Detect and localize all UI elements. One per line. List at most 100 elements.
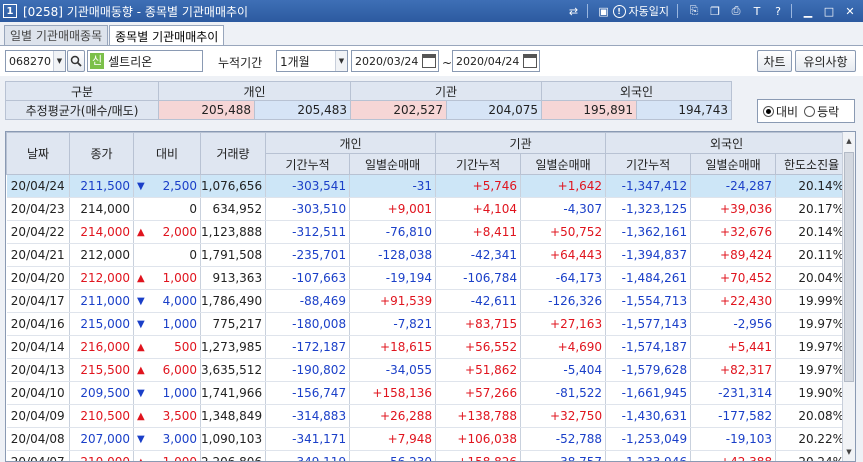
auto-log-button[interactable]: ! 자동일지	[612, 3, 669, 19]
table-row[interactable]: 20/04/09 210,500 ▲ 3,500 1,348,849 -314,883 +2…	[6, 404, 849, 428]
record-icon: !	[612, 4, 626, 18]
cell-foreign-cum: -1,323,125	[605, 197, 692, 221]
memo-icon[interactable]: ▣	[595, 3, 613, 19]
cell-date: 20/04/14	[6, 335, 70, 359]
cell-volume: 1,123,888	[200, 220, 267, 244]
close-icon[interactable]: ✕	[841, 3, 859, 19]
stock-name-field[interactable]: 신 셀트리온	[87, 50, 203, 72]
screen-save-icon[interactable]: ⎘	[685, 3, 703, 19]
table-row[interactable]: 20/04/23 214,000 0 634,952 -303,510 +9,001 +4,…	[6, 197, 849, 221]
summary-foreign-sell: 194,743	[636, 100, 732, 120]
copy-window-icon[interactable]: ❐	[706, 3, 724, 19]
radio-change-label[interactable]: 대비	[776, 103, 798, 120]
link-icon[interactable]: ⇄	[565, 3, 583, 19]
print-icon[interactable]: ⎙	[727, 3, 745, 19]
chevron-down-icon[interactable]: ▼	[335, 51, 347, 71]
table-row[interactable]: 20/04/13 215,500 ▲ 6,000 3,635,512 -190,802 -3…	[6, 358, 849, 382]
header-change[interactable]: 대비	[133, 132, 201, 175]
table-row[interactable]: 20/04/14 216,000 ▲ 500 1,273,985 -172,187 +18,…	[6, 335, 849, 359]
cell-volume: 1,273,985	[200, 335, 267, 359]
calendar-icon[interactable]	[422, 54, 436, 68]
cell-limit-rate: 20.08%	[775, 404, 849, 428]
chart-button[interactable]: 차트	[757, 50, 792, 72]
cell-foreign-cum: -1,362,161	[605, 220, 692, 244]
vertical-scrollbar[interactable]: ▲ ▼	[842, 132, 855, 461]
header-individual-daily[interactable]: 일별순매매	[349, 153, 437, 175]
cell-foreign-daily: -231,314	[690, 381, 777, 405]
cell-institution-daily: -38,757	[520, 450, 607, 461]
cell-foreign-daily: -177,582	[690, 404, 777, 428]
table-row[interactable]: 20/04/22 214,000 ▲ 2,000 1,123,888 -312,511 -7…	[6, 220, 849, 244]
cell-change: ▲ 500	[133, 335, 201, 359]
cell-institution-cum: +5,746	[435, 174, 522, 198]
header-date[interactable]: 날짜	[6, 132, 70, 175]
cell-individual-daily: +158,136	[349, 381, 437, 405]
cell-close: 212,000	[69, 266, 134, 290]
cell-individual-cum: -235,701	[265, 243, 351, 267]
cell-close: 214,000	[69, 220, 134, 244]
date-to-field[interactable]: 2020/04/24	[452, 50, 540, 72]
cell-institution-cum: -42,341	[435, 243, 522, 267]
cell-institution-cum: +158,826	[435, 450, 522, 461]
header-limit-rate[interactable]: 한도소진율	[775, 153, 849, 175]
cell-volume: 634,952	[200, 197, 267, 221]
scroll-up-icon[interactable]: ▲	[843, 134, 855, 148]
calendar-icon[interactable]	[523, 54, 537, 68]
cell-change-value: 3,000	[162, 432, 197, 446]
table-row[interactable]: 20/04/17 211,000 ▼ 4,000 1,786,490 -88,469 +91…	[6, 289, 849, 313]
period-select[interactable]: 1개월 ▼	[276, 50, 348, 72]
cell-individual-daily: -34,055	[349, 358, 437, 382]
cell-foreign-cum: -1,577,143	[605, 312, 692, 336]
maximize-icon[interactable]: □	[820, 3, 838, 19]
stock-credit-badge: 신	[90, 53, 105, 69]
tab-stock-institution-trend[interactable]: 종목별 기관매매추이	[109, 25, 225, 46]
notice-button[interactable]: 유의사항	[795, 50, 856, 72]
header-close[interactable]: 종가	[69, 132, 134, 175]
table-row[interactable]: 20/04/20 212,000 ▲ 1,000 913,363 -107,663 -19,…	[6, 266, 849, 290]
cell-foreign-cum: -1,579,628	[605, 358, 692, 382]
table-row[interactable]: 20/04/16 215,000 ▼ 1,000 775,217 -180,008 -7,8…	[6, 312, 849, 336]
header-institution-daily[interactable]: 일별순매매	[520, 153, 607, 175]
cell-individual-daily: +9,001	[349, 197, 437, 221]
header-volume[interactable]: 거래량	[199, 132, 267, 175]
scroll-down-icon[interactable]: ▼	[843, 445, 855, 459]
cell-individual-cum: -341,171	[265, 427, 351, 451]
header-foreign: 외국인	[605, 132, 849, 154]
radio-rate[interactable]	[804, 105, 816, 117]
radio-rate-label[interactable]: 등락	[817, 103, 839, 120]
cell-foreign-daily: -19,103	[690, 427, 777, 451]
trade-trend-grid: 날짜 종가 대비 거래량 개인 기관 외국인 기간누적 일별순매매 기간누적 일…	[5, 131, 856, 462]
down-triangle-icon: ▼	[137, 433, 145, 445]
cell-foreign-cum: -1,430,631	[605, 404, 692, 428]
cell-change-value: 0	[189, 248, 197, 262]
date-from-field[interactable]: 2020/03/24	[351, 50, 439, 72]
auto-log-label: 자동일지	[628, 5, 669, 18]
table-row[interactable]: 20/04/24 211,500 ▼ 2,500 1,076,656 -303,541 -3…	[6, 174, 849, 198]
header-foreign-daily[interactable]: 일별순매매	[690, 153, 777, 175]
table-row[interactable]: 20/04/07 210,000 ▲ 1,000 2,206,806 -349,119 -5…	[6, 450, 849, 461]
cell-institution-daily: -52,788	[520, 427, 607, 451]
tab-daily-institution-stocks[interactable]: 일별 기관매매종목	[4, 25, 109, 45]
help-icon[interactable]: ?	[769, 3, 787, 19]
date-separator: ~	[442, 56, 453, 70]
font-size-icon[interactable]: T	[748, 3, 766, 19]
radio-change[interactable]	[763, 105, 774, 117]
search-button[interactable]	[67, 50, 85, 72]
period-value: 1개월	[280, 54, 310, 69]
header-institution-cum[interactable]: 기간누적	[435, 153, 522, 175]
table-row[interactable]: 20/04/10 209,500 ▼ 1,000 1,741,966 -156,747 +1…	[6, 381, 849, 405]
header-individual-cum[interactable]: 기간누적	[265, 153, 351, 175]
scroll-thumb[interactable]	[844, 152, 854, 382]
cell-institution-cum: -106,784	[435, 266, 522, 290]
table-row[interactable]: 20/04/21 212,000 0 1,791,508 -235,701 -128,03…	[6, 243, 849, 267]
cell-date: 20/04/24	[6, 174, 70, 198]
cell-individual-daily: +91,539	[349, 289, 437, 313]
stock-code-field[interactable]: 068270 ▼	[5, 50, 66, 72]
cell-close: 210,000	[69, 450, 134, 461]
minimize-icon[interactable]: ▁	[799, 3, 817, 19]
table-row[interactable]: 20/04/08 207,000 ▼ 3,000 1,090,103 -341,171 +7…	[6, 427, 849, 451]
cell-institution-daily: -81,522	[520, 381, 607, 405]
header-foreign-cum[interactable]: 기간누적	[605, 153, 692, 175]
chevron-down-icon[interactable]: ▼	[53, 51, 65, 71]
cell-foreign-cum: -1,484,261	[605, 266, 692, 290]
